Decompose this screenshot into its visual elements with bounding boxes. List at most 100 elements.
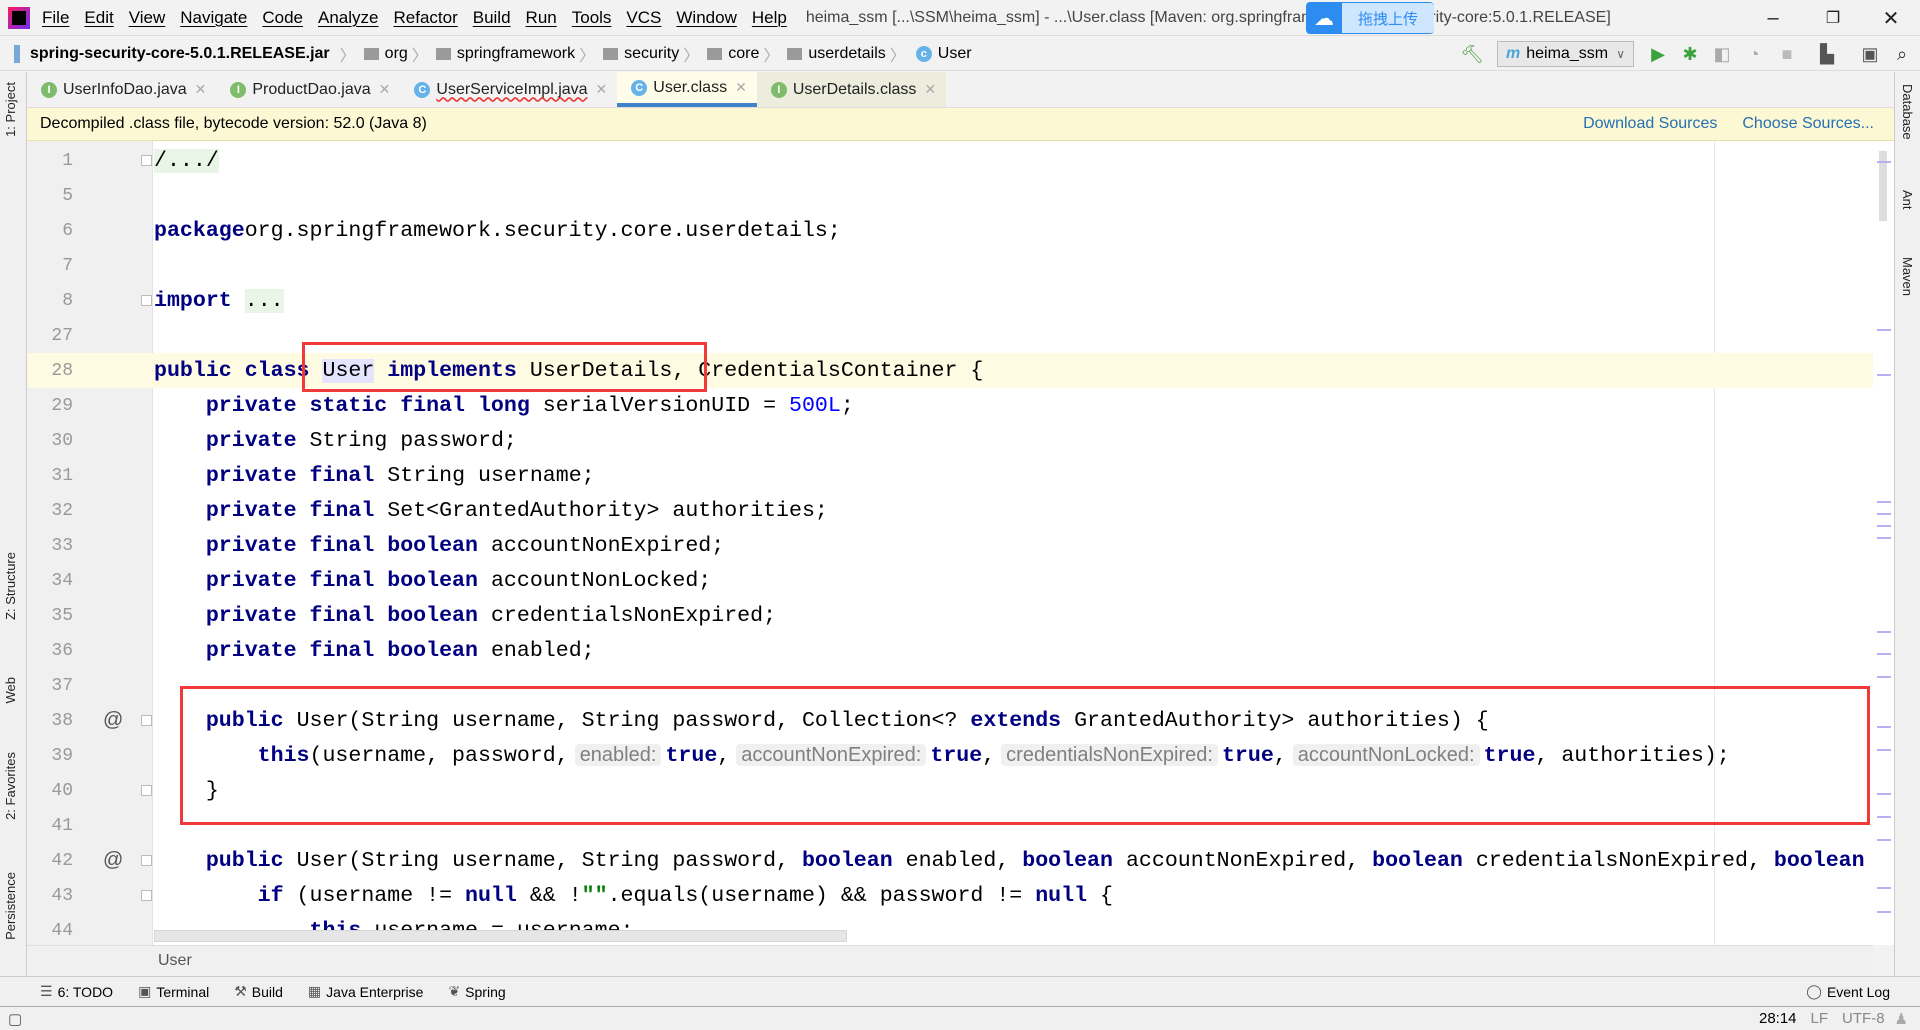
tool-database[interactable]: Database — [1900, 84, 1915, 140]
menu-build[interactable]: Build — [473, 8, 511, 28]
breadcrumb-folder[interactable]: springframework — [457, 45, 575, 63]
tool-project[interactable]: 1: Project — [3, 82, 18, 137]
code-editor[interactable]: 1 /.../ 5 6 packageorg.springframework.secur… — [27, 141, 1873, 945]
tool-window-javaenterprise[interactable]: ▦ Java Enterprise — [308, 983, 424, 1000]
annotation-marker-icon[interactable]: @ — [103, 849, 123, 872]
cloud-upload-widget[interactable]: ☁ 拖拽上传 — [1306, 2, 1434, 34]
restore-button[interactable]: ❐ — [1810, 0, 1856, 36]
annotation-marker-icon[interactable]: @ — [103, 709, 123, 732]
menu-file[interactable]: File — [42, 8, 69, 28]
code-line[interactable]: 30 private String password; — [27, 423, 1873, 458]
code-line[interactable]: 32 private final Set<GrantedAuthority> a… — [27, 493, 1873, 528]
run-configuration-select[interactable]: m heima_ssm ∨ — [1497, 41, 1634, 67]
inspector-icon[interactable]: ♟ — [1895, 1010, 1908, 1028]
editor-breadcrumb-item[interactable]: User — [158, 952, 192, 970]
line-separator[interactable]: LF — [1811, 1010, 1829, 1027]
tool-maven[interactable]: Maven — [1900, 257, 1915, 296]
menu-code[interactable]: Code — [262, 8, 303, 28]
menu-refactor[interactable]: Refactor — [393, 8, 457, 28]
project-structure-icon[interactable]: ▙ — [1815, 42, 1839, 66]
breadcrumb-folder[interactable]: org — [385, 45, 408, 63]
code-line[interactable]: 36 private final boolean enabled; — [27, 633, 1873, 668]
menu-vcs[interactable]: VCS — [626, 8, 661, 28]
tab-userinfodao-java[interactable]: I UserInfoDao.java ✕ — [27, 72, 216, 107]
tool-window-todo[interactable]: ☰ 6: TODO — [40, 983, 113, 1000]
menu-edit[interactable]: Edit — [84, 8, 113, 28]
code-line[interactable]: 5 — [27, 178, 1873, 213]
decompiled-banner: Decompiled .class file, bytecode version… — [27, 108, 1894, 141]
menu-window[interactable]: Window — [676, 8, 736, 28]
menu-tools[interactable]: Tools — [572, 8, 612, 28]
breadcrumb-jar[interactable]: spring-security-core-5.0.1.RELEASE.jar — [30, 45, 330, 63]
breadcrumb-folder[interactable]: userdetails — [808, 45, 885, 63]
tool-ant[interactable]: Ant — [1900, 190, 1915, 210]
fold-toggle-icon[interactable] — [141, 155, 152, 166]
menu-run[interactable]: Run — [526, 8, 557, 28]
menu-analyze[interactable]: Analyze — [318, 8, 378, 28]
tab-user-class[interactable]: C User.class ✕ — [617, 72, 757, 107]
toggle-tool-windows-icon[interactable]: ▢ — [8, 1010, 22, 1028]
tab-userdetails-class[interactable]: I UserDetails.class ✕ — [756, 72, 947, 107]
tab-productdao-java[interactable]: I ProductDao.java ✕ — [216, 72, 400, 107]
menu-view[interactable]: View — [129, 8, 166, 28]
vertical-scrollbar[interactable] — [1873, 141, 1894, 945]
editor-tabs: I UserInfoDao.java ✕ I ProductDao.java ✕ C User… — [27, 72, 1894, 108]
close-tab-icon[interactable]: ✕ — [596, 81, 608, 98]
terminal-window-icon[interactable]: ▣ — [1858, 42, 1882, 66]
build-hammer-icon[interactable]: 🔨︎ — [1460, 42, 1484, 66]
line-number: 30 — [51, 430, 73, 451]
code-line[interactable]: 29 private static final long serialVersi… — [27, 388, 1873, 423]
close-tab-icon[interactable]: ✕ — [735, 79, 747, 96]
code-line[interactable]: 35 private final boolean credentialsNonE… — [27, 598, 1873, 633]
debug-icon[interactable]: ✱ — [1678, 42, 1702, 66]
code-text: public User(String username, String pass… — [154, 849, 1873, 873]
breadcrumb-separator: 〉 — [339, 47, 356, 65]
tool-window-spring[interactable]: ❦ Spring — [448, 983, 505, 1000]
code-line[interactable]: 42 @ public User(String username, String … — [27, 843, 1873, 878]
code-line[interactable]: 8 import ... — [27, 283, 1873, 318]
tool-window-bar: ☰ 6: TODO ▣ Terminal ⚒ Build ▦ Java Enterprise ❦… — [0, 976, 1920, 1007]
fold-toggle-icon[interactable] — [141, 715, 152, 726]
code-line[interactable]: 43 if (username != null && !"".equals(us… — [27, 878, 1873, 913]
close-button[interactable]: ✕ — [1868, 0, 1914, 36]
tool-structure[interactable]: Z: Structure — [3, 552, 18, 620]
menu-navigate[interactable]: Navigate — [180, 8, 247, 28]
profile-icon[interactable]: ◔ — [1742, 42, 1766, 66]
file-encoding[interactable]: UTF-8 — [1842, 1010, 1885, 1027]
breadcrumb-folder[interactable]: core — [728, 45, 759, 63]
event-log-button[interactable]: ◯ Event Log — [1806, 983, 1890, 1000]
breadcrumb-folder[interactable]: security — [624, 45, 679, 63]
tool-window-build[interactable]: ⚒ Build — [234, 983, 283, 1000]
close-tab-icon[interactable]: ✕ — [379, 81, 391, 98]
fold-toggle-icon[interactable] — [141, 855, 152, 866]
close-tab-icon[interactable]: ✕ — [924, 81, 936, 98]
run-icon[interactable]: ▶ — [1646, 42, 1670, 66]
tool-window-terminal[interactable]: ▣ Terminal — [138, 983, 209, 1000]
coverage-icon[interactable]: ◧ — [1710, 42, 1734, 66]
caret-position[interactable]: 28:14 — [1759, 1010, 1797, 1027]
code-line[interactable]: 33 private final boolean accountNonExpir… — [27, 528, 1873, 563]
tab-userserviceimpl-java[interactable]: C UserServiceImpl.java ✕ — [400, 72, 617, 107]
code-line[interactable]: 1 /.../ — [27, 143, 1873, 178]
tool-web[interactable]: Web — [3, 677, 18, 704]
tool-persistence[interactable]: Persistence — [3, 872, 18, 940]
horizontal-scrollbar[interactable] — [154, 930, 847, 942]
code-line[interactable]: 34 private final boolean accountNonLocke… — [27, 563, 1873, 598]
choose-sources-link[interactable]: Choose Sources... — [1742, 115, 1874, 133]
code-line[interactable]: 31 private final String username; — [27, 458, 1873, 493]
minimize-button[interactable]: – — [1750, 0, 1796, 36]
search-icon[interactable]: ⌕ — [1890, 42, 1914, 66]
fold-toggle-icon[interactable] — [141, 785, 152, 796]
menu-help[interactable]: Help — [752, 8, 787, 28]
stop-icon[interactable]: ■ — [1775, 42, 1799, 66]
tool-favorites[interactable]: 2: Favorites — [3, 752, 18, 820]
download-sources-link[interactable]: Download Sources — [1583, 115, 1717, 133]
code-line[interactable]: 7 — [27, 248, 1873, 283]
fold-toggle-icon[interactable] — [141, 295, 152, 306]
breadcrumb-class[interactable]: User — [938, 45, 972, 63]
line-number: 31 — [51, 465, 73, 486]
close-tab-icon[interactable]: ✕ — [195, 81, 207, 98]
code-token: accountNonExpired; — [477, 533, 725, 558]
fold-toggle-icon[interactable] — [141, 890, 152, 901]
code-line[interactable]: 6 packageorg.springframework.security.cor… — [27, 213, 1873, 248]
